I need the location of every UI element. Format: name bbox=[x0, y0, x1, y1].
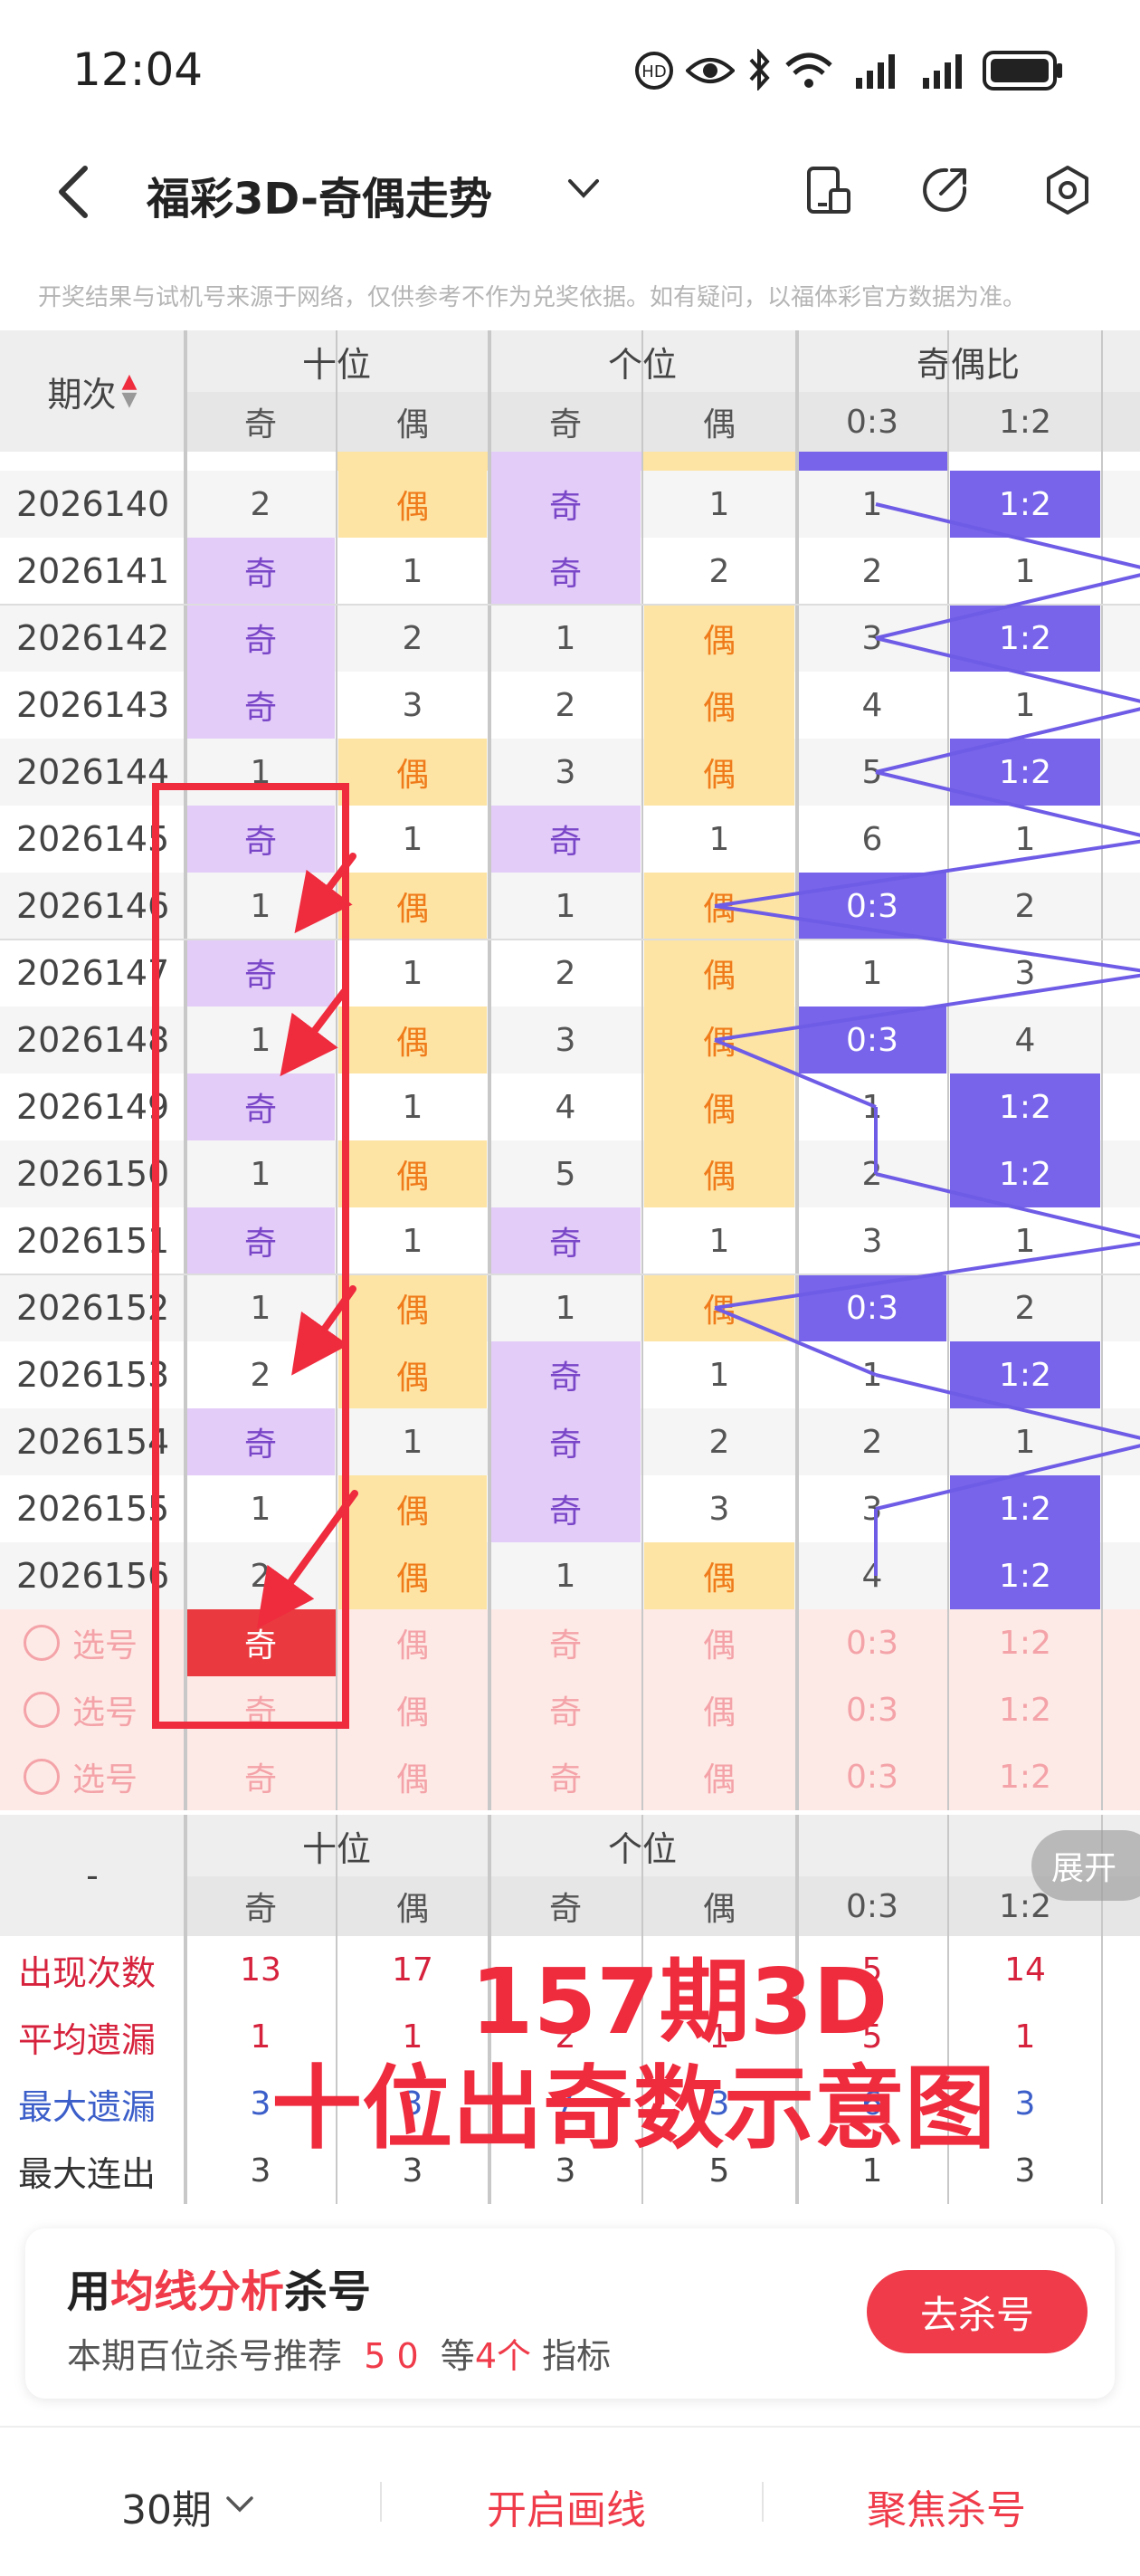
expand-button[interactable]: 展开 bbox=[1031, 1830, 1140, 1901]
trend-line bbox=[714, 973, 1140, 1042]
divider bbox=[380, 2482, 382, 2522]
svg-text:HD: HD bbox=[641, 62, 666, 81]
stats-dash: - bbox=[0, 1815, 185, 1936]
trend-line bbox=[714, 1306, 877, 1377]
promo-subtitle: 本期百位杀号推荐 5 0 等4个 指标 bbox=[67, 2336, 612, 2376]
trend-line bbox=[714, 1038, 877, 1109]
trend-table: 期次 ▲ ▼ 十位 个位 奇偶比奇偶奇偶 0:3 1:2 2026140 2 偶奇 1 1 1:2 2026… bbox=[0, 330, 1140, 1815]
trend-line bbox=[875, 707, 1140, 774]
kill-number-button[interactable]: 去杀号 bbox=[867, 2270, 1088, 2353]
trend-line bbox=[875, 770, 1140, 837]
signal-icon bbox=[923, 54, 962, 89]
stats-label: 平均遗漏 bbox=[18, 2019, 157, 2060]
period-selector[interactable]: 30期 bbox=[121, 2477, 212, 2535]
divider bbox=[762, 2482, 764, 2522]
chevron-down-icon[interactable] bbox=[566, 177, 601, 201]
stats-value: 17 bbox=[392, 1951, 433, 1989]
status-bar: 12:04 HD bbox=[0, 0, 1140, 136]
column-header: 奇 bbox=[185, 1876, 337, 1936]
disclaimer-text: 开奖结果与试机号来源于网络，仅供参考不作为兑奖依据。如有疑问，以福体彩官方数据为… bbox=[38, 284, 1027, 311]
stats-label: 出现次数 bbox=[18, 1952, 157, 1993]
trend-line bbox=[875, 573, 1140, 640]
battery-icon bbox=[983, 51, 1062, 91]
stats-label: 最大遗漏 bbox=[18, 2086, 157, 2127]
trend-line bbox=[875, 1373, 1140, 1440]
promo-card[interactable]: 用均线分析杀号 本期百位杀号推荐 5 0 等4个 指标 去杀号 bbox=[25, 2228, 1115, 2399]
bluetooth-icon bbox=[749, 49, 770, 91]
share-icon[interactable] bbox=[919, 165, 970, 215]
trend-line bbox=[875, 1172, 1140, 1239]
focus-kill-button[interactable]: 聚焦杀号 bbox=[867, 2477, 1026, 2535]
page-title[interactable]: 福彩3D-奇偶走势 bbox=[147, 163, 492, 226]
bottom-bar: 30期 开启画线 聚焦杀号 bbox=[0, 2426, 1140, 2576]
stats-value: 14 bbox=[1004, 1951, 1046, 1989]
status-time: 12:04 bbox=[72, 43, 204, 96]
column-divider bbox=[184, 1815, 187, 2204]
trend-line bbox=[875, 502, 1140, 569]
signal-icon bbox=[856, 54, 895, 89]
stats-label: 最大连出 bbox=[18, 2153, 157, 2194]
stats-value: 13 bbox=[240, 1951, 281, 1989]
trend-line bbox=[714, 904, 1140, 973]
hd-call-icon: HD bbox=[635, 52, 673, 90]
promo-title: 用均线分析杀号 bbox=[67, 2266, 372, 2317]
annotation-subtitle: 十位出奇数示意图 bbox=[271, 2056, 995, 2161]
draw-line-button[interactable]: 开启画线 bbox=[487, 2477, 646, 2535]
wifi-icon bbox=[785, 52, 832, 88]
trend-line bbox=[714, 1241, 1140, 1310]
chevron-down-icon[interactable] bbox=[224, 2495, 255, 2514]
column-header: 偶 bbox=[337, 1876, 489, 1936]
trend-line bbox=[875, 636, 1140, 703]
trend-line bbox=[714, 839, 1140, 908]
phone-screen-icon[interactable] bbox=[803, 165, 854, 215]
eye-icon bbox=[686, 58, 735, 83]
trend-line bbox=[875, 1444, 1140, 1511]
ratio-trend-lines bbox=[714, 502, 1140, 1576]
settings-icon[interactable] bbox=[1042, 165, 1093, 215]
back-icon[interactable] bbox=[54, 163, 94, 221]
